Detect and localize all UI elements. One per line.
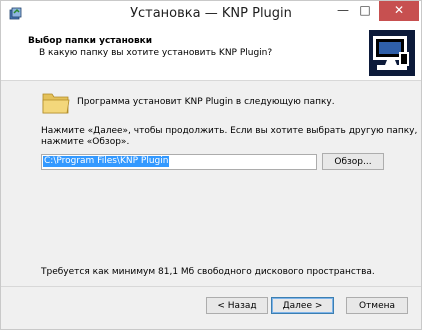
install-path-input[interactable]: C:\Program Files\KNP Plugin: [41, 154, 317, 170]
install-path-value: C:\Program Files\KNP Plugin: [43, 156, 170, 167]
close-button[interactable]: ✕: [379, 1, 419, 21]
title-bar: Установка — KNP Plugin — □ ✕: [1, 1, 421, 28]
page-title: Выбор папки установки: [28, 36, 153, 46]
browse-button[interactable]: Обзор...: [322, 153, 384, 170]
installer-window: Установка — KNP Plugin — □ ✕ Выбор папки…: [0, 0, 422, 330]
wizard-header: Выбор папки установки В какую папку вы х…: [1, 28, 421, 81]
disk-space-text: Требуется как минимум 81,1 Мб свободного…: [41, 267, 375, 277]
minimize-button[interactable]: —: [332, 1, 354, 21]
maximize-button[interactable]: □: [354, 1, 376, 21]
page-subtitle: В какую папку вы хотите установить KNP P…: [39, 48, 273, 58]
folder-icon: [42, 93, 70, 114]
next-button[interactable]: Далее >: [271, 297, 334, 314]
install-info-text: Программа установит KNP Plugin в следующ…: [77, 97, 335, 107]
computer-install-icon: [369, 30, 415, 76]
back-button[interactable]: < Назад: [206, 297, 268, 314]
footer-divider: [1, 286, 421, 287]
instruction-line-2: нажмите «Обзор».: [41, 137, 130, 147]
instruction-line-1: Нажмите «Далее», чтобы продолжить. Если …: [41, 126, 418, 136]
cancel-button[interactable]: Отмена: [346, 297, 408, 314]
